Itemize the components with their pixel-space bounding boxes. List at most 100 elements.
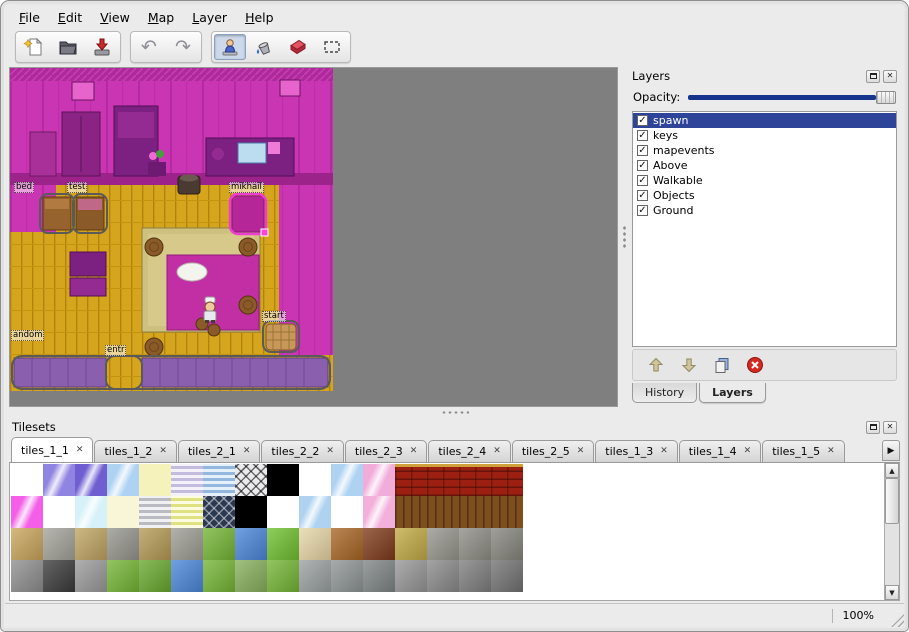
tile-cell[interactable] — [331, 560, 363, 592]
tileset-tab-tiles_1_4[interactable]: tiles_1_4✕ — [679, 440, 761, 462]
undo-button[interactable]: ↶ — [133, 34, 165, 60]
tile-cell[interactable] — [395, 560, 427, 592]
tab-close-icon[interactable]: ✕ — [827, 447, 835, 456]
close-panel-button[interactable]: ✕ — [883, 70, 897, 83]
delete-layer-button[interactable] — [744, 354, 766, 376]
tile-cell[interactable] — [267, 496, 299, 528]
tile-cell[interactable] — [363, 464, 395, 496]
tile-cell[interactable] — [331, 464, 363, 496]
layer-row-spawn[interactable]: ✓spawn — [633, 113, 896, 128]
menu-layer[interactable]: Layer — [184, 7, 235, 28]
tile-cell[interactable] — [235, 560, 267, 592]
tab-scroll-right-button[interactable]: ▶ — [882, 440, 900, 461]
tile-cell[interactable] — [299, 528, 331, 560]
tileset-tab-tiles_2_5[interactable]: tiles_2_5✕ — [512, 440, 594, 462]
tile-cell[interactable] — [11, 560, 43, 592]
tile-cell[interactable] — [107, 560, 139, 592]
tile-cell[interactable] — [11, 528, 43, 560]
tile-cell[interactable] — [363, 496, 395, 528]
menu-map[interactable]: Map — [140, 7, 182, 28]
tile-cell[interactable] — [459, 496, 491, 528]
duplicate-layer-button[interactable] — [711, 354, 733, 376]
bucket-fill-button[interactable] — [248, 34, 280, 60]
layer-row-mapevents[interactable]: ✓mapevents — [633, 143, 896, 158]
tile-cell[interactable] — [395, 496, 427, 528]
horizontal-splitter[interactable] — [9, 407, 900, 418]
tile-cell[interactable] — [267, 464, 299, 496]
eraser-button[interactable] — [282, 34, 314, 60]
opacity-slider-handle[interactable] — [876, 91, 896, 104]
tile-cell[interactable] — [235, 496, 267, 528]
tileset-tab-tiles_1_2[interactable]: tiles_1_2✕ — [94, 440, 176, 462]
tile-cell[interactable] — [235, 464, 267, 496]
tile-cell[interactable] — [331, 496, 363, 528]
redo-button[interactable]: ↷ — [167, 34, 199, 60]
raise-layer-button[interactable] — [645, 354, 667, 376]
layer-row-Objects[interactable]: ✓Objects — [633, 188, 896, 203]
tile-cell[interactable] — [491, 464, 523, 496]
opacity-slider[interactable] — [686, 87, 896, 107]
tile-cell[interactable] — [75, 496, 107, 528]
tile-cell[interactable] — [459, 560, 491, 592]
tile-cell[interactable] — [363, 528, 395, 560]
tile-cell[interactable] — [235, 528, 267, 560]
tile-cell[interactable] — [395, 528, 427, 560]
layer-visibility-checkbox[interactable]: ✓ — [637, 175, 648, 186]
tile-cell[interactable] — [107, 528, 139, 560]
menu-edit[interactable]: Edit — [50, 7, 90, 28]
tile-cell[interactable] — [139, 464, 171, 496]
layer-row-keys[interactable]: ✓keys — [633, 128, 896, 143]
dock-tab-layers[interactable]: Layers — [699, 383, 766, 403]
tile-cell[interactable] — [11, 464, 43, 496]
tile-cell[interactable] — [395, 464, 427, 496]
layer-visibility-checkbox[interactable]: ✓ — [637, 205, 648, 216]
tile-cell[interactable] — [43, 528, 75, 560]
tile-cell[interactable] — [267, 560, 299, 592]
tileset-tab-tiles_2_2[interactable]: tiles_2_2✕ — [261, 440, 343, 462]
tile-cell[interactable] — [43, 560, 75, 592]
scroll-down-button[interactable]: ▼ — [885, 585, 899, 600]
open-map-button[interactable] — [52, 34, 84, 60]
tile-cell[interactable] — [43, 464, 75, 496]
close-panel-button[interactable]: ✕ — [883, 421, 897, 434]
tile-cell[interactable] — [107, 464, 139, 496]
tile-cell[interactable] — [299, 560, 331, 592]
save-map-button[interactable] — [86, 34, 118, 60]
tab-close-icon[interactable]: ✕ — [410, 447, 418, 456]
tab-close-icon[interactable]: ✕ — [76, 446, 84, 455]
menu-file[interactable]: File — [11, 7, 48, 28]
layer-visibility-checkbox[interactable]: ✓ — [637, 130, 648, 141]
tile-cell[interactable] — [171, 464, 203, 496]
new-map-button[interactable] — [18, 34, 50, 60]
tile-cell[interactable] — [171, 496, 203, 528]
tile-cell[interactable] — [171, 528, 203, 560]
tile-cell[interactable] — [75, 560, 107, 592]
tileset-tab-tiles_1_5[interactable]: tiles_1_5✕ — [762, 440, 844, 462]
menu-help[interactable]: Help — [237, 7, 282, 28]
tile-cell[interactable] — [427, 464, 459, 496]
vertical-splitter[interactable] — [620, 67, 628, 407]
tile-cell[interactable] — [427, 528, 459, 560]
tile-cell[interactable] — [427, 560, 459, 592]
tile-cell[interactable] — [299, 464, 331, 496]
float-panel-button[interactable] — [866, 421, 880, 434]
scroll-up-button[interactable]: ▲ — [885, 463, 899, 478]
tile-cell[interactable] — [139, 528, 171, 560]
layer-visibility-checkbox[interactable]: ✓ — [637, 145, 648, 156]
menu-view[interactable]: View — [92, 7, 138, 28]
tab-close-icon[interactable]: ✕ — [326, 447, 334, 456]
float-panel-button[interactable] — [866, 70, 880, 83]
layer-visibility-checkbox[interactable]: ✓ — [637, 115, 648, 126]
tile-cell[interactable] — [203, 496, 235, 528]
tileset-tab-tiles_2_4[interactable]: tiles_2_4✕ — [428, 440, 510, 462]
tileset-tab-tiles_1_1[interactable]: tiles_1_1✕ — [11, 437, 93, 462]
layer-visibility-checkbox[interactable]: ✓ — [637, 190, 648, 201]
tab-close-icon[interactable]: ✕ — [243, 447, 251, 456]
tileset-tab-tiles_2_3[interactable]: tiles_2_3✕ — [345, 440, 427, 462]
tile-cell[interactable] — [363, 560, 395, 592]
tile-cell[interactable] — [75, 528, 107, 560]
tab-close-icon[interactable]: ✕ — [577, 447, 585, 456]
tile-cell[interactable] — [75, 464, 107, 496]
tile-cell[interactable] — [459, 528, 491, 560]
tile-cell[interactable] — [11, 496, 43, 528]
